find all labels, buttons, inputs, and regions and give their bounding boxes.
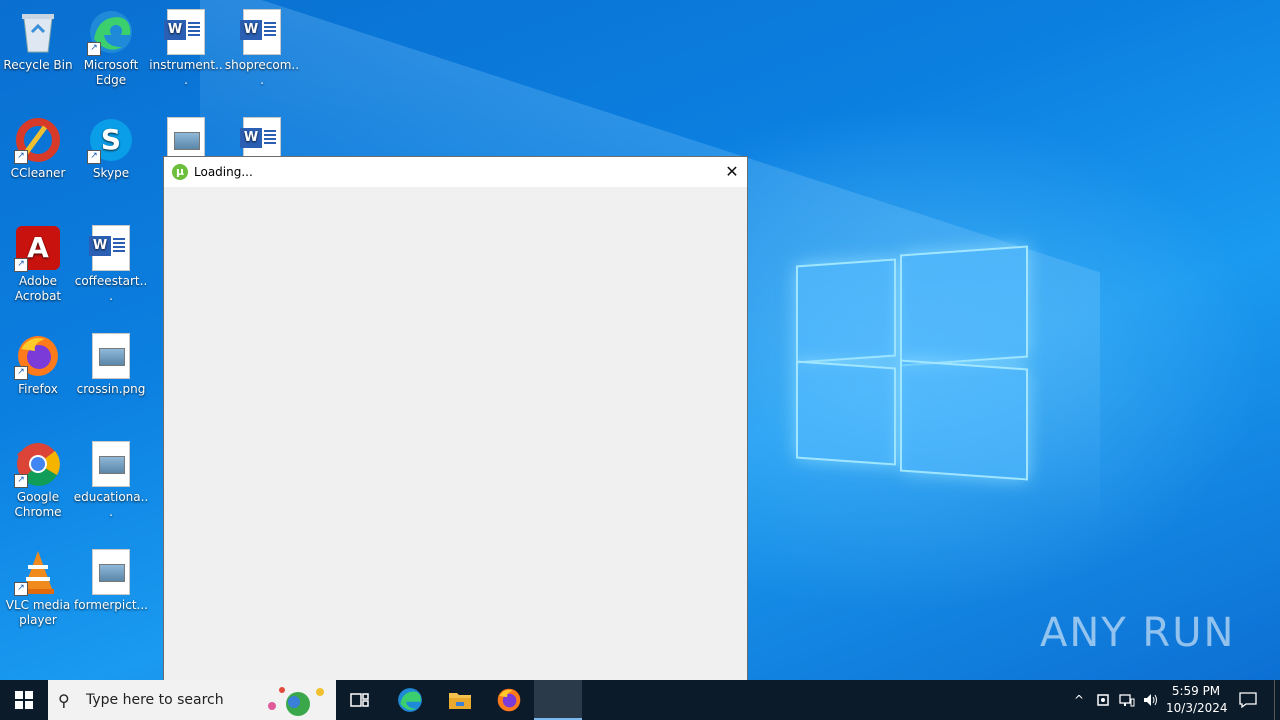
volume-button[interactable]	[1140, 680, 1162, 720]
show-hidden-icons-button[interactable]: ^	[1068, 680, 1090, 720]
tray-app-icon	[1097, 694, 1109, 706]
taskbar-active-app-button[interactable]	[534, 680, 582, 720]
show-desktop-button[interactable]	[1274, 680, 1280, 720]
desktop-icon-image-file[interactable]: crossin.png	[73, 332, 149, 397]
close-button[interactable]: ✕	[717, 157, 747, 187]
desktop-icon-label: coffeestart...	[74, 274, 148, 303]
search-icon: ⚲	[58, 690, 70, 710]
chrome-icon: ↗	[14, 440, 62, 488]
notification-icon	[1239, 692, 1257, 708]
desktop-icon-label: instrument...	[149, 58, 223, 87]
desktop-icon-label: crossin.png	[76, 382, 146, 396]
adobe-acrobat-icon: A ↗	[14, 224, 62, 272]
firefox-icon: ↗	[14, 332, 62, 380]
desktop-icon-label: shoprecom...	[224, 58, 300, 87]
desktop-icon-vlc[interactable]: ↗ VLC media player	[0, 548, 76, 628]
windows-start-icon	[15, 691, 33, 709]
shortcut-arrow-icon: ↗	[14, 150, 28, 164]
action-center-button[interactable]	[1230, 680, 1266, 720]
desktop-icon-label: educationa...	[73, 490, 149, 519]
desktop-icon-label: formerpict...	[74, 598, 148, 612]
clock-time: 5:59 PM	[1171, 684, 1221, 698]
shortcut-arrow-icon: ↗	[87, 42, 101, 56]
taskbar-search-box[interactable]: ⚲ Type here to search	[48, 680, 336, 720]
task-view-icon	[350, 693, 369, 707]
windows-wallpaper-logo	[790, 240, 1030, 481]
anyrun-watermark: ANY RUN	[1040, 610, 1236, 656]
start-button[interactable]	[0, 680, 48, 720]
volume-icon	[1144, 694, 1157, 706]
image-file-icon	[87, 440, 135, 488]
recycle-bin-icon	[14, 8, 62, 56]
window-titlebar[interactable]: µ Loading... ✕	[164, 157, 747, 187]
desktop-icon-firefox[interactable]: ↗ Firefox	[0, 332, 76, 397]
desktop-icon-image-file[interactable]: educationa...	[73, 440, 149, 520]
image-file-icon	[87, 548, 135, 596]
desktop-icon-label: Microsoft Edge	[83, 58, 139, 87]
desktop-icon-label: Adobe Acrobat	[14, 274, 62, 303]
word-document-icon: W	[238, 8, 286, 56]
window-title: Loading...	[194, 165, 253, 179]
edge-icon: ↗	[87, 8, 135, 56]
loading-window[interactable]: µ Loading... ✕	[163, 156, 748, 682]
shortcut-arrow-icon: ↗	[14, 258, 28, 272]
desktop-icon-skype[interactable]: S ↗ Skype	[73, 116, 149, 181]
network-button[interactable]	[1116, 680, 1138, 720]
desktop-icon-ccleaner[interactable]: ↗ CCleaner	[0, 116, 76, 181]
desktop-icon-label: Google Chrome	[14, 490, 62, 519]
desktop-icon-label: Firefox	[18, 382, 58, 396]
network-icon	[1119, 694, 1135, 707]
desktop-icon-adobe-acrobat[interactable]: A ↗ Adobe Acrobat	[0, 224, 76, 304]
vlc-icon: ↗	[14, 548, 62, 596]
window-body	[164, 187, 747, 681]
search-highlight-icon	[268, 687, 324, 716]
edge-icon	[398, 688, 422, 712]
ccleaner-icon: ↗	[14, 116, 62, 164]
desktop-icon-label: CCleaner	[10, 166, 66, 180]
shortcut-arrow-icon: ↗	[14, 582, 28, 596]
image-file-icon	[87, 332, 135, 380]
desktop-icon-word-file[interactable]: W instrument...	[148, 8, 224, 88]
utorrent-icon: µ	[172, 164, 188, 180]
task-view-button[interactable]	[336, 680, 384, 720]
taskbar-file-explorer-button[interactable]	[436, 680, 484, 720]
desktop-icon-word-file[interactable]: W coffeestart...	[73, 224, 149, 304]
shortcut-arrow-icon: ↗	[14, 366, 28, 380]
taskbar-clock[interactable]: 5:59 PM 10/3/2024	[1166, 680, 1228, 720]
search-placeholder: Type here to search	[86, 692, 224, 708]
shortcut-arrow-icon: ↗	[14, 474, 28, 488]
word-document-icon: W	[162, 8, 210, 56]
word-document-icon: W	[87, 224, 135, 272]
taskbar: ⚲ Type here to search ^ 5:59 PM 10/3/202…	[0, 680, 1280, 720]
skype-icon: S ↗	[87, 116, 135, 164]
shortcut-arrow-icon: ↗	[87, 150, 101, 164]
taskbar-tray-app-icon[interactable]	[1092, 680, 1114, 720]
desktop-icon-label: Skype	[92, 166, 130, 180]
desktop-icon-recycle-bin[interactable]: Recycle Bin	[0, 8, 76, 73]
taskbar-firefox-button[interactable]	[485, 680, 533, 720]
clock-date: 10/3/2024	[1166, 701, 1228, 715]
desktop-icon-word-file[interactable]: W shoprecom...	[224, 8, 300, 88]
taskbar-edge-button[interactable]	[386, 680, 434, 720]
desktop-icon-image-file[interactable]: formerpict...	[73, 548, 149, 613]
firefox-icon	[497, 688, 521, 712]
desktop-icon-microsoft-edge[interactable]: ↗ Microsoft Edge	[73, 8, 149, 88]
desktop-icon-label: Recycle Bin	[3, 58, 73, 72]
desktop-icon-google-chrome[interactable]: ↗ Google Chrome	[0, 440, 76, 520]
folder-icon	[449, 693, 471, 709]
desktop-icon-label: VLC media player	[5, 598, 71, 627]
